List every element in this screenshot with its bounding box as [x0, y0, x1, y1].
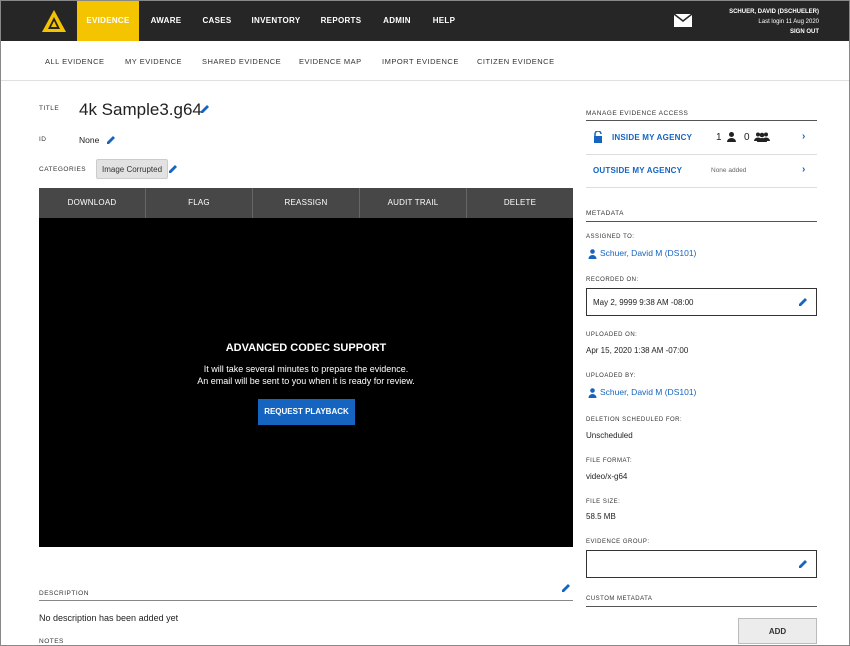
evidence-group-label: EVIDENCE GROUP: — [586, 539, 650, 545]
request-playback-button[interactable]: REQUEST PLAYBACK — [258, 399, 355, 425]
edit-id-pencil-icon[interactable] — [106, 135, 116, 145]
user-name: SCHUER, DAVID (DSCHUELER) — [729, 9, 819, 15]
codec-message-line-2: An email will be sent to you when it is … — [197, 376, 415, 386]
outside-agency-chevron-icon[interactable]: › — [802, 164, 805, 175]
person-icon — [588, 388, 597, 398]
nav-inventory[interactable]: INVENTORY — [249, 1, 303, 41]
evidence-title: 4k Sample3.g64 — [79, 100, 202, 119]
recorded-on-label: RECORDED ON: — [586, 277, 639, 283]
edit-categories-pencil-icon[interactable] — [168, 164, 178, 174]
uploaded-by-label: UPLOADED BY: — [586, 373, 637, 379]
nav-aware[interactable]: AWARE — [144, 1, 188, 41]
inside-my-agency-link[interactable]: INSIDE MY AGENCY — [612, 133, 692, 142]
categories-label: CATEGORIES — [39, 166, 87, 173]
notes-label: NOTES — [39, 638, 64, 645]
metadata-heading: METADATA — [586, 210, 624, 217]
edit-title-pencil-icon[interactable] — [200, 104, 210, 114]
file-size-value: 58.5 MB — [586, 512, 616, 521]
edit-evidence-group-pencil-icon[interactable] — [798, 559, 808, 569]
subnav-shared-evidence[interactable]: SHARED EVIDENCE — [202, 57, 281, 66]
access-divider — [586, 120, 817, 121]
media-player: ADVANCED CODEC SUPPORT It will take seve… — [39, 218, 573, 547]
nav-reports[interactable]: REPORTS — [316, 1, 366, 41]
file-format-label: FILE FORMAT: — [586, 458, 633, 464]
last-login: Last login 11 Aug 2020 — [758, 19, 819, 25]
file-size-label: FILE SIZE: — [586, 499, 621, 505]
category-chip: Image Corrupted — [96, 159, 169, 179]
delete-button[interactable]: DELETE — [467, 188, 573, 218]
outside-agency-status: None added — [711, 167, 747, 174]
evidence-subnav: ALL EVIDENCE MY EVIDENCE SHARED EVIDENCE… — [1, 41, 849, 81]
access-row-divider — [586, 154, 817, 155]
evidence-action-bar: DOWNLOAD FLAG REASSIGN AUDIT TRAIL DELET… — [39, 188, 573, 218]
uploaded-by-link[interactable]: Schuer, David M (DS101) — [600, 387, 696, 397]
custom-metadata-divider — [586, 606, 817, 607]
assigned-to-link[interactable]: Schuer, David M (DS101) — [600, 248, 696, 258]
evidence-group-field[interactable] — [586, 550, 817, 578]
reassign-button[interactable]: REASSIGN — [253, 188, 360, 218]
manage-access-heading: MANAGE EVIDENCE ACCESS — [586, 110, 689, 117]
custom-metadata-label: CUSTOM METADATA — [586, 596, 653, 602]
uploaded-on-value: Apr 15, 2020 1:38 AM -07:00 — [586, 346, 689, 355]
deletion-scheduled-label: DELETION SCHEDULED FOR: — [586, 417, 683, 423]
subnav-all-evidence[interactable]: ALL EVIDENCE — [45, 57, 105, 66]
nav-evidence[interactable]: EVIDENCE — [77, 1, 139, 41]
top-navigation-bar: EVIDENCE AWARE CASES INVENTORY REPORTS A… — [1, 1, 849, 41]
codec-support-title: ADVANCED CODEC SUPPORT — [225, 342, 387, 354]
recorded-on-value: May 2, 9999 9:38 AM -08:00 — [593, 298, 694, 307]
subnav-evidence-map[interactable]: EVIDENCE MAP — [299, 57, 362, 66]
add-custom-metadata-button[interactable]: ADD — [738, 618, 817, 644]
audit-trail-button[interactable]: AUDIT TRAIL — [360, 188, 467, 218]
person-icon — [588, 249, 597, 259]
metadata-divider — [586, 221, 817, 222]
flag-button[interactable]: FLAG — [146, 188, 253, 218]
description-label: DESCRIPTION — [39, 590, 89, 597]
lock-icon — [594, 131, 602, 143]
nav-admin[interactable]: ADMIN — [377, 1, 417, 41]
description-divider — [39, 600, 573, 601]
codec-message: It will take several minutes to prepare … — [39, 363, 573, 387]
title-label: TITLE — [39, 105, 60, 112]
subnav-import-evidence[interactable]: IMPORT EVIDENCE — [382, 57, 459, 66]
inside-user-count: 1 — [716, 132, 722, 143]
access-row-divider-2 — [586, 187, 817, 188]
group-icon — [754, 132, 770, 142]
mail-icon[interactable] — [674, 14, 692, 27]
app-logo-icon[interactable] — [41, 9, 67, 33]
user-info: SCHUER, DAVID (DSCHUELER) Last login 11 … — [729, 7, 819, 37]
codec-message-line-1: It will take several minutes to prepare … — [203, 364, 409, 374]
subnav-my-evidence[interactable]: MY EVIDENCE — [125, 57, 182, 66]
outside-my-agency-link[interactable]: OUTSIDE MY AGENCY — [593, 166, 682, 175]
inside-agency-chevron-icon[interactable]: › — [802, 131, 805, 142]
user-icon — [727, 132, 736, 142]
id-label: ID — [39, 136, 47, 143]
nav-help[interactable]: HELP — [427, 1, 461, 41]
nav-cases[interactable]: CASES — [196, 1, 238, 41]
download-button[interactable]: DOWNLOAD — [39, 188, 146, 218]
uploaded-on-label: UPLOADED ON: — [586, 332, 638, 338]
sign-out-link[interactable]: SIGN OUT — [729, 27, 819, 37]
description-value: No description has been added yet — [39, 613, 179, 623]
evidence-id: None — [79, 135, 100, 145]
file-format-value: video/x-g64 — [586, 472, 628, 481]
inside-group-count: 0 — [744, 132, 750, 143]
assigned-to-label: ASSIGNED TO: — [586, 234, 635, 240]
edit-description-pencil-icon[interactable] — [561, 583, 571, 593]
deletion-scheduled-value: Unscheduled — [586, 431, 633, 440]
subnav-citizen-evidence[interactable]: CITIZEN EVIDENCE — [477, 57, 555, 66]
edit-recorded-pencil-icon[interactable] — [798, 297, 808, 307]
recorded-on-field[interactable]: May 2, 9999 9:38 AM -08:00 — [586, 288, 817, 316]
